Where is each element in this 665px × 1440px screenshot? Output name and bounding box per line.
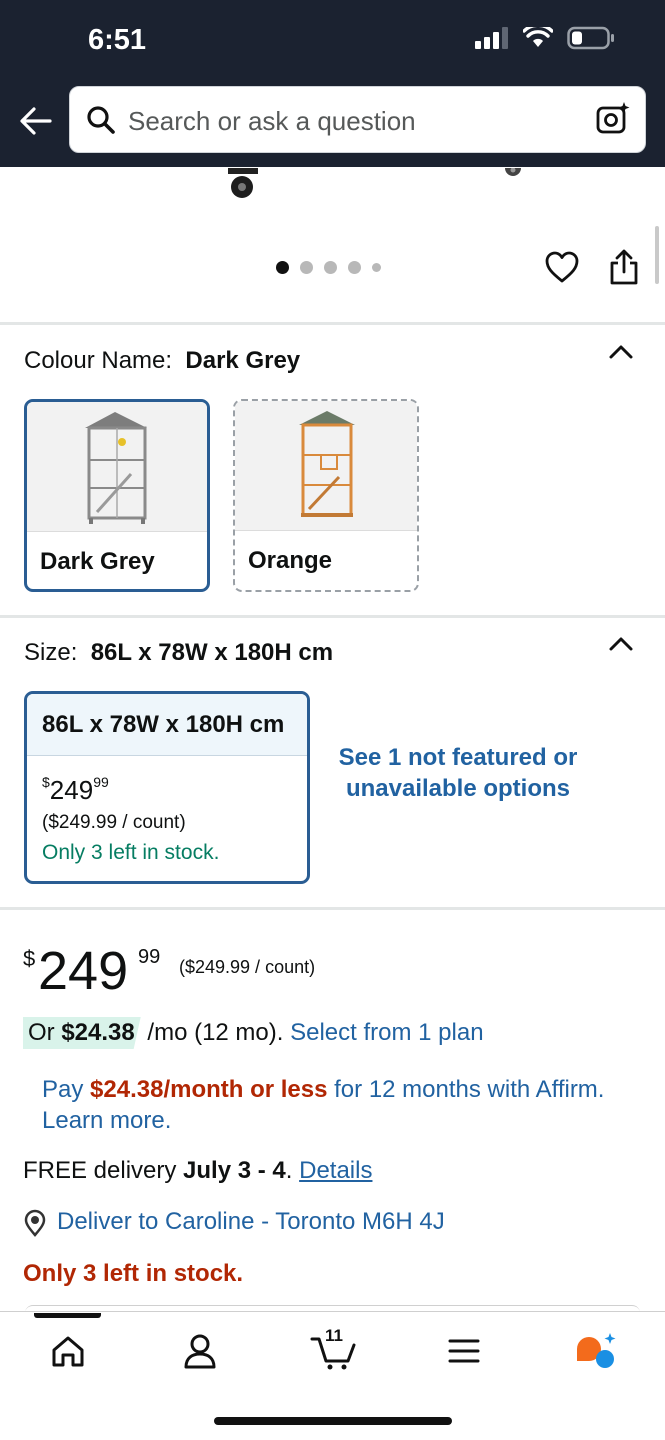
location-pin-icon (24, 1209, 46, 1237)
deliver-to-link[interactable]: Deliver to Caroline - Toronto M6H 4J (57, 1208, 445, 1236)
monthly-badge: Or $24.38 (23, 1017, 141, 1049)
account-icon[interactable] (178, 1331, 222, 1371)
back-arrow-icon[interactable] (18, 103, 54, 139)
wifi-icon (523, 27, 553, 47)
size-option-per-count: ($249.99 / count) (42, 812, 186, 833)
delivery-pre: FREE delivery (23, 1157, 184, 1184)
size-option-stock: Only 3 left in stock. (42, 841, 220, 864)
active-tab-indicator (34, 1313, 101, 1318)
size-option-name: 86L x 78W x 180H cm (42, 711, 285, 738)
colour-option-label: Orange (248, 547, 333, 574)
divider (0, 322, 665, 325)
heart-icon[interactable] (544, 250, 580, 284)
size-label: Size: 86L x 78W x 180H cm (24, 639, 333, 667)
divider (0, 615, 665, 618)
search-placeholder: Search or ask a question (128, 106, 416, 136)
orange-cage-image (299, 411, 355, 517)
stock-warning: Only 3 left in stock. (23, 1260, 244, 1287)
price-per-count: ($249.99 / count) (179, 957, 316, 977)
product-image-carousel[interactable] (0, 167, 665, 322)
product-image-wheel (505, 168, 521, 176)
colour-selected-value: Dark Grey (185, 347, 301, 374)
size-option-header: 86L x 78W x 180H cm (27, 694, 307, 756)
affirm-financing[interactable]: Pay $24.38/month or less for 12 months w… (42, 1074, 632, 1136)
top-bar: 6:51 Search or ask a question (0, 0, 665, 167)
status-icons (475, 26, 615, 50)
select-plan-link[interactable]: Select from 1 plan (290, 1019, 483, 1046)
monthly-amount: $24.38 (61, 1019, 135, 1046)
colour-option-dark-grey[interactable]: Dark Grey (24, 399, 210, 592)
size-selected-value: 86L x 78W x 180H cm (90, 639, 334, 666)
affirm-highlight: $24.38/month or less (90, 1076, 328, 1103)
battery-icon (567, 26, 614, 50)
carousel-dot (348, 261, 361, 274)
price-fraction: 99 (138, 946, 161, 968)
carousel-dot (372, 263, 381, 272)
delivery-info: FREE delivery July 3 - 4. Details (23, 1157, 372, 1185)
product-thumbnail (235, 401, 417, 531)
colour-option-orange[interactable]: Orange (233, 399, 419, 592)
size-option-card[interactable]: 86L x 78W x 180H cm $24999 ($249.99 / co… (24, 691, 310, 884)
divider (0, 907, 665, 910)
delivery-sep: . (285, 1157, 300, 1184)
colour-option-label: Dark Grey (40, 548, 155, 575)
carousel-dot (300, 261, 313, 274)
size-option-price: $24999 (42, 774, 109, 806)
camera-search-icon[interactable] (595, 101, 631, 137)
delivery-details-link[interactable]: Details (299, 1157, 372, 1184)
price-whole: 249 (38, 941, 129, 1001)
rufus-icon[interactable] (574, 1331, 618, 1371)
cart-count: 11 (325, 1326, 343, 1345)
chevron-up-icon[interactable] (608, 634, 634, 654)
home-indicator[interactable] (214, 1417, 452, 1425)
price-symbol: $ (23, 946, 36, 971)
grey-cage-image (85, 412, 147, 524)
search-icon (87, 106, 115, 134)
home-icon[interactable] (46, 1331, 90, 1371)
scrollbar[interactable] (655, 226, 659, 284)
status-time: 6:51 (88, 24, 147, 56)
colour-label-text: Colour Name: (24, 347, 173, 374)
search-input[interactable]: Search or ask a question (69, 86, 646, 153)
size-label-text: Size: (24, 639, 78, 666)
product-thumbnail (27, 402, 207, 532)
price-whole: 249 (49, 775, 94, 805)
affirm-pre: Pay (42, 1076, 91, 1103)
price-symbol: $ (42, 774, 50, 790)
delivery-dates: July 3 - 4 (183, 1157, 286, 1184)
share-icon[interactable] (607, 248, 641, 286)
monthly-prefix: Or (28, 1019, 62, 1046)
monthly-suffix: /mo (12 mo). (140, 1019, 291, 1046)
monthly-payment-line: Or $24.38 /mo (12 mo). Select from 1 pla… (23, 1017, 484, 1049)
see-unavailable-options-link[interactable]: See 1 not featured or unavailable option… (330, 742, 586, 804)
carousel-dot-active (276, 261, 289, 274)
price-fraction: 99 (93, 774, 109, 790)
chevron-up-icon[interactable] (608, 342, 634, 362)
carousel-dot (324, 261, 337, 274)
signal-icon (475, 27, 508, 49)
product-image-wheel (228, 168, 258, 198)
carousel-dots (276, 261, 381, 274)
colour-label: Colour Name: Dark Grey (24, 347, 300, 375)
menu-icon[interactable] (442, 1331, 486, 1371)
